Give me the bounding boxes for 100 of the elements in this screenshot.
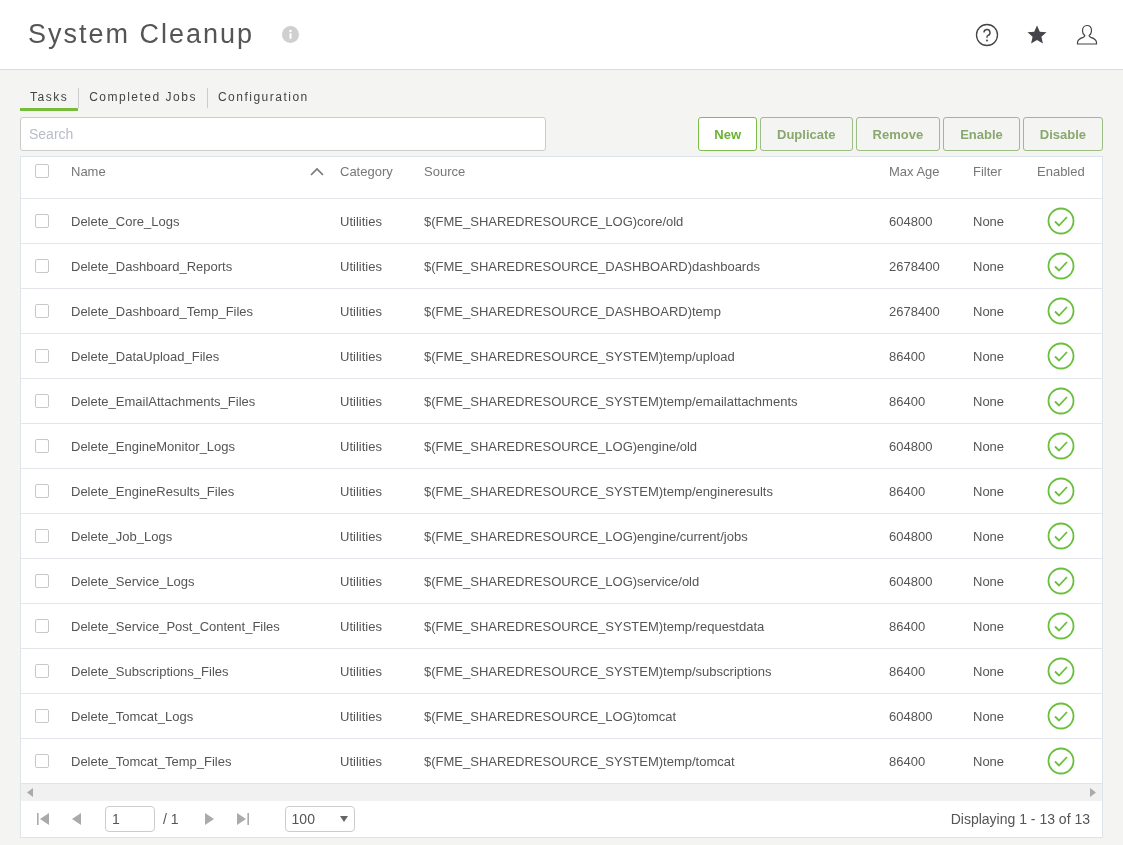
table-cell-text: $(FME_SHAREDRESOURCE_DASHBOARD)dashboards (424, 258, 761, 274)
table-cell-text: Delete_EngineMonitor_Logs (71, 438, 237, 454)
table-cell-text: None (973, 573, 1006, 589)
row-checkbox[interactable] (35, 214, 49, 228)
tab[interactable]: Tasks (20, 85, 79, 111)
first-page-icon[interactable] (37, 813, 49, 825)
table-cell-text: Delete_DataUpload_Files (71, 348, 221, 364)
tab[interactable]: Completed Jobs (79, 85, 207, 111)
table-cell-text: None (973, 213, 1006, 229)
info-icon[interactable] (282, 26, 300, 43)
scroll-left-icon[interactable] (27, 788, 33, 797)
row-checkbox[interactable] (35, 754, 49, 768)
scroll-right-icon[interactable] (1090, 788, 1096, 797)
table-cell-text: $(FME_SHAREDRESOURCE_SYSTEM)temp/emailattachments (424, 393, 799, 409)
table-cell-text: Utilities (340, 663, 383, 679)
table-cell-text: Delete_Dashboard_Temp_Files (71, 303, 255, 319)
table-cell-text: Utilities (340, 483, 383, 499)
table-cell-text: Delete_Dashboard_Reports (71, 258, 234, 274)
sort-caret-icon[interactable] (310, 166, 324, 176)
action-button[interactable]: Enable (943, 117, 1020, 151)
table-cell-text: 2678400 (889, 303, 941, 319)
row-checkbox[interactable] (35, 664, 49, 678)
table-cell-text: $(FME_SHAREDRESOURCE_LOG)engine/old (424, 438, 699, 454)
row-checkbox[interactable] (35, 259, 49, 273)
table-cell-text: Delete_Service_Logs (71, 573, 196, 589)
table-cell-text: 604800 (889, 213, 934, 229)
table-cell-text: Utilities (340, 303, 383, 319)
table-cell-text: 86400 (889, 348, 927, 364)
table-cell-text: $(FME_SHAREDRESOURCE_SYSTEM)temp/upload (424, 348, 736, 364)
table-cell-text: None (973, 528, 1006, 544)
column-header[interactable]: Source (424, 163, 466, 179)
table-cell-text: Utilities (340, 258, 383, 274)
table-cell-text: None (973, 663, 1006, 679)
help-icon[interactable] (975, 22, 999, 47)
tab[interactable]: Configuration (207, 85, 319, 111)
previous-page-icon[interactable] (71, 813, 83, 825)
table-cell-text: Delete_Tomcat_Logs (71, 708, 195, 724)
row-checkbox[interactable] (35, 439, 49, 453)
table-cell-text: None (973, 708, 1006, 724)
table-cell-text: Delete_Service_Post_Content_Files (71, 618, 281, 634)
table-cell-text: 604800 (889, 528, 934, 544)
page-total: / 1 (163, 811, 179, 827)
column-header[interactable]: Name (71, 163, 106, 179)
table-cell-text: $(FME_SHAREDRESOURCE_LOG)tomcat (424, 708, 678, 724)
select-all-checkbox[interactable] (35, 164, 49, 178)
row-checkbox[interactable] (35, 304, 49, 318)
action-button[interactable]: New (698, 117, 758, 151)
search-field[interactable]: Search (20, 117, 546, 151)
table-cell-text: 86400 (889, 393, 927, 409)
row-checkbox[interactable] (35, 394, 49, 408)
table-cell-text: Delete_Core_Logs (71, 213, 181, 229)
table-cell-text: $(FME_SHAREDRESOURCE_LOG)engine/current/jobs (424, 528, 749, 544)
user-icon[interactable] (1075, 22, 1099, 47)
table-cell-text: None (973, 483, 1006, 499)
table-cell-text: 2678400 (889, 258, 941, 274)
table-cell-text: $(FME_SHAREDRESOURCE_LOG)core/old (424, 213, 685, 229)
column-header[interactable]: Enabled (1037, 163, 1085, 179)
table-cell-text: 604800 (889, 573, 934, 589)
table-cell-text: $(FME_SHAREDRESOURCE_LOG)service/old (424, 573, 701, 589)
table-cell-text: Delete_Tomcat_Temp_Files (71, 753, 233, 769)
table-cell-text: None (973, 348, 1006, 364)
table-cell-text: None (973, 303, 1006, 319)
table-cell-text: 86400 (889, 753, 927, 769)
row-checkbox[interactable] (35, 574, 49, 588)
table-cell-text: $(FME_SHAREDRESOURCE_DASHBOARD)temp (424, 303, 722, 319)
table-cell-text: 604800 (889, 438, 934, 454)
table-cell-text: None (973, 438, 1006, 454)
row-checkbox[interactable] (35, 349, 49, 363)
page-size-dropdown[interactable]: 100 (284, 806, 355, 832)
row-checkbox[interactable] (35, 529, 49, 543)
column-header[interactable]: Category (340, 163, 393, 179)
table-cell-text: Utilities (340, 708, 383, 724)
table-cell-text: Utilities (340, 348, 383, 364)
row-checkbox[interactable] (35, 709, 49, 723)
table-cell-text: Utilities (340, 393, 383, 409)
action-button[interactable]: Remove (855, 117, 941, 151)
table-cell-text: None (973, 618, 1006, 634)
last-page-icon[interactable] (236, 813, 249, 825)
table-cell-text: 86400 (889, 483, 927, 499)
table-cell-text: $(FME_SHAREDRESOURCE_SYSTEM)temp/subscriptions (424, 663, 773, 679)
table-cell-text: None (973, 258, 1006, 274)
next-page-icon[interactable] (202, 813, 215, 825)
table-cell-text: 86400 (889, 618, 927, 634)
table-cell-text: $(FME_SHAREDRESOURCE_SYSTEM)temp/requestdata (424, 618, 766, 634)
table-cell-text: Utilities (340, 573, 383, 589)
column-header[interactable]: Filter (973, 163, 1002, 179)
row-checkbox[interactable] (35, 619, 49, 633)
table-cell-text: Delete_Subscriptions_Files (71, 663, 230, 679)
action-button[interactable]: Disable (1022, 117, 1103, 151)
row-checkbox[interactable] (35, 484, 49, 498)
table-cell-text: 86400 (889, 663, 927, 679)
table-cell-text: Delete_EmailAttachments_Files (71, 393, 257, 409)
caret-icon (339, 816, 348, 822)
table-cell-text: Utilities (340, 753, 383, 769)
table-cell-text: None (973, 393, 1006, 409)
page-field[interactable]: 1 (105, 806, 155, 832)
action-button[interactable]: Duplicate (760, 117, 853, 151)
column-header[interactable]: Max Age (889, 163, 940, 179)
table-cell-text: Utilities (340, 438, 383, 454)
table-cell-text: Utilities (340, 528, 383, 544)
